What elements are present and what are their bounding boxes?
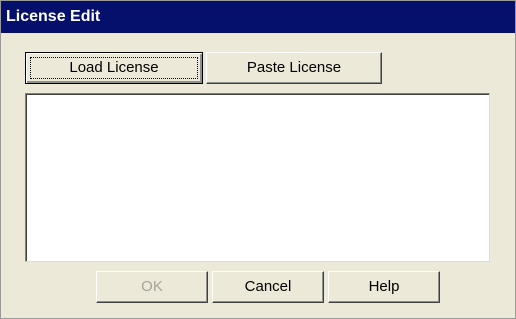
cancel-button[interactable]: Cancel: [212, 271, 324, 303]
load-license-button[interactable]: Load License: [25, 52, 203, 84]
license-text-area[interactable]: [25, 93, 490, 262]
help-button[interactable]: Help: [328, 271, 440, 303]
ok-label: OK: [141, 278, 163, 295]
dialog-title: License Edit: [6, 8, 101, 25]
cancel-label: Cancel: [244, 278, 292, 295]
help-label: Help: [368, 278, 400, 295]
ok-button[interactable]: OK: [96, 271, 208, 303]
load-license-label: Load License: [69, 59, 159, 76]
license-edit-dialog: License Edit Load License Paste License …: [0, 0, 516, 319]
paste-license-button[interactable]: Paste License: [206, 52, 382, 84]
dialog-title-bar: License Edit: [1, 1, 515, 33]
paste-license-label: Paste License: [246, 59, 342, 76]
